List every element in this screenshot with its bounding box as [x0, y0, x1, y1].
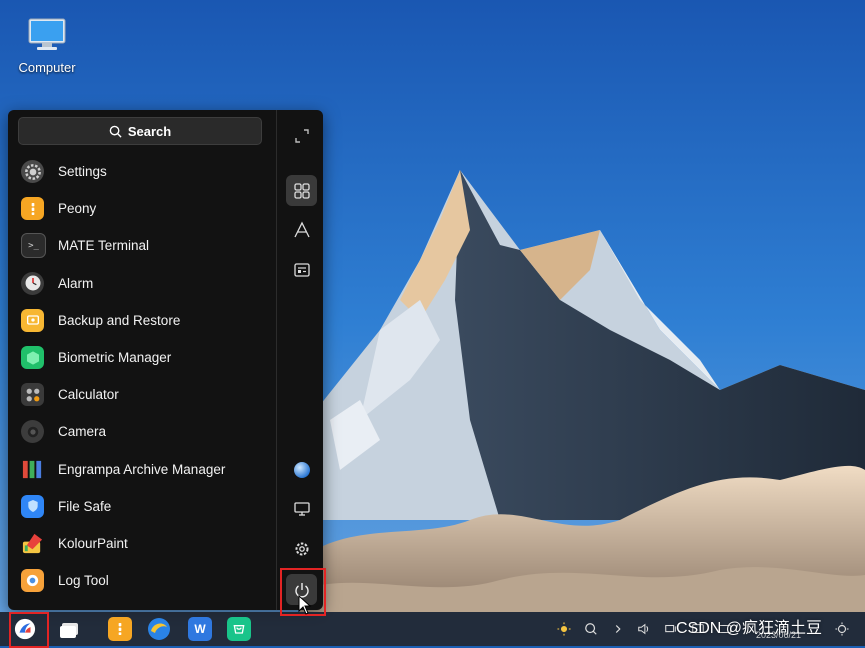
biometric-icon — [21, 346, 44, 370]
search-icon[interactable] — [583, 621, 599, 637]
app-item-label: Biometric Manager — [58, 350, 172, 366]
night-mode-icon[interactable] — [834, 621, 850, 637]
settings-gear-icon[interactable] — [286, 533, 317, 564]
app-item-biometric-manager[interactable]: Biometric Manager — [8, 339, 276, 376]
app-item-label: Log Tool — [58, 573, 109, 589]
function-category-icon[interactable] — [286, 254, 317, 285]
app-item-log-tool[interactable]: Log Tool — [8, 562, 276, 599]
desktop-icon-computer[interactable]: Computer — [14, 18, 80, 75]
app-item-label: Peony — [58, 201, 97, 217]
peony-file-manager-icon[interactable] — [108, 617, 132, 641]
app-item-camera[interactable]: Camera — [8, 413, 276, 450]
watermark: CSDN @疯狂滴土豆 — [676, 620, 823, 637]
app-item-mate-terminal[interactable]: >_ MATE Terminal — [8, 227, 276, 264]
computer-icon[interactable] — [286, 493, 317, 524]
software-store-icon[interactable] — [227, 617, 251, 641]
log-tool-icon — [21, 569, 44, 593]
start-menu-sidebar — [276, 110, 323, 610]
app-item-label: KolourPaint — [58, 535, 128, 551]
app-item-label: Engrampa Archive Manager — [58, 461, 226, 477]
volume-icon[interactable] — [636, 621, 652, 637]
app-item-label: Camera — [58, 424, 107, 440]
app-item-alarm[interactable]: Alarm — [8, 265, 276, 302]
app-item-label: Calculator — [58, 387, 119, 403]
app-item-label: MATE Terminal — [58, 238, 150, 254]
shield-icon — [21, 494, 44, 518]
search-icon — [109, 125, 122, 138]
start-menu-app-panel: Search Settings Peony >_ MATE Terminal A… — [8, 110, 276, 610]
chevron-right-icon[interactable] — [610, 621, 626, 637]
app-item-file-safe[interactable]: File Safe — [8, 488, 276, 525]
start-menu-icon[interactable] — [13, 617, 37, 641]
app-item-backup-and-restore[interactable]: Backup and Restore — [8, 302, 276, 339]
app-item-settings[interactable]: Settings — [8, 153, 276, 190]
mouse-cursor-icon — [298, 595, 312, 615]
terminal-icon: >_ — [21, 233, 46, 259]
multitask-view-icon[interactable] — [58, 617, 82, 641]
app-item-engrampa-archive-manager[interactable]: Engrampa Archive Manager — [8, 451, 276, 488]
backup-icon — [21, 308, 44, 332]
desktop-icon-label: Computer — [18, 60, 76, 75]
camera-icon — [21, 420, 44, 444]
search-label: Search — [127, 123, 172, 139]
brightness-icon[interactable] — [556, 621, 572, 637]
app-item-label: Backup and Restore — [58, 312, 181, 328]
app-list: Settings Peony >_ MATE Terminal Alarm Ba… — [8, 153, 276, 599]
paint-icon — [21, 532, 44, 555]
calculator-icon — [21, 383, 44, 407]
letter-sort-icon[interactable] — [286, 214, 317, 245]
user-avatar-icon[interactable] — [286, 454, 317, 485]
alarm-clock-icon — [21, 271, 44, 295]
all-apps-grid-icon[interactable] — [286, 175, 317, 206]
app-item-kolourpaint[interactable]: KolourPaint — [8, 525, 276, 562]
app-item-calculator[interactable]: Calculator — [8, 376, 276, 413]
computer-monitor-icon — [28, 18, 66, 52]
app-item-peony[interactable]: Peony — [8, 190, 276, 227]
archive-books-icon — [21, 458, 44, 481]
settings-gear-icon — [21, 160, 44, 184]
app-item-label: Alarm — [58, 275, 94, 291]
expand-icon[interactable] — [286, 120, 317, 151]
app-item-label: Settings — [58, 164, 107, 180]
search-input[interactable]: Search — [18, 117, 262, 145]
peony-file-manager-icon — [21, 197, 44, 221]
start-menu: Search Settings Peony >_ MATE Terminal A… — [8, 110, 323, 610]
app-item-label: File Safe — [58, 498, 112, 514]
browser-icon[interactable] — [147, 617, 171, 641]
wps-office-icon[interactable]: W — [188, 617, 212, 641]
